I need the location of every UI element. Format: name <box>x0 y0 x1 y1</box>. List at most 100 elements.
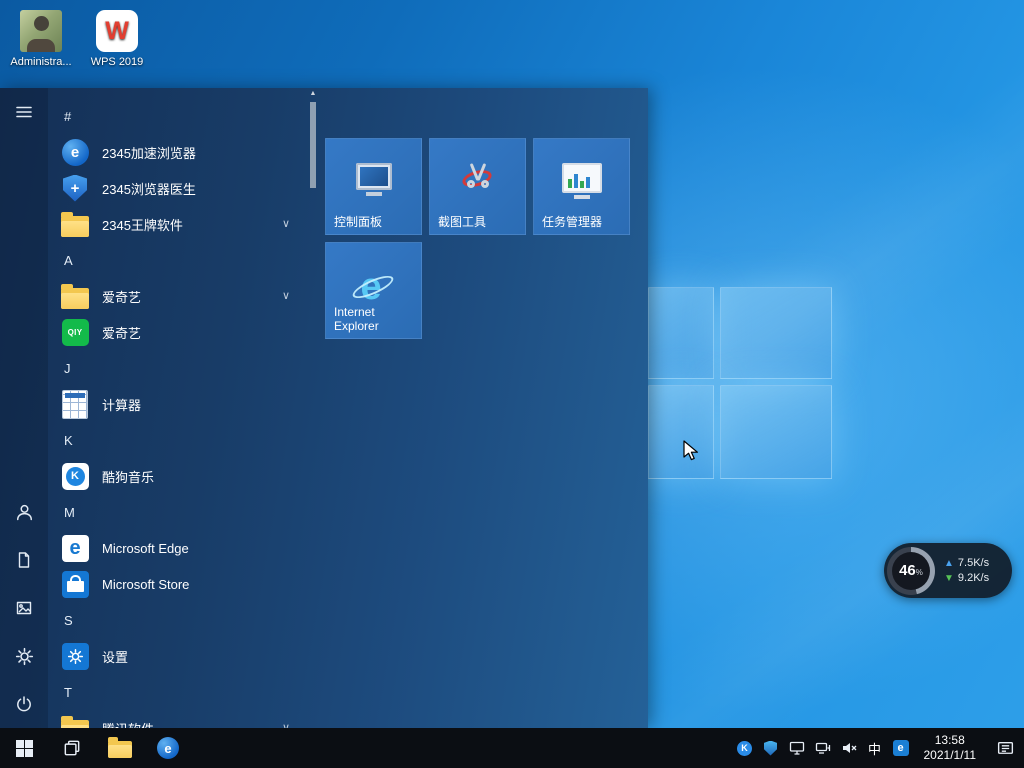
volume-muted-icon[interactable] <box>836 728 862 768</box>
app-list-item[interactable]: 2345王牌软件 ∨ <box>48 206 306 242</box>
file-explorer-button[interactable] <box>96 728 144 768</box>
scrollbar-up-arrow-icon[interactable]: ▲ <box>306 90 320 97</box>
windows-logo-pane <box>720 287 832 379</box>
taskbar-clock[interactable]: 13:58 2021/1/11 <box>914 733 987 763</box>
file-explorer-icon <box>108 741 132 758</box>
calculator-icon <box>60 389 90 419</box>
start-tile[interactable]: 任务管理器 <box>533 138 630 235</box>
app-list-item[interactable]: e 2345加速浏览器 <box>48 134 306 170</box>
tile-label: 控制面板 <box>334 215 415 229</box>
app-list-item[interactable]: 计算器 <box>48 386 306 422</box>
app-item-label: Microsoft Edge <box>102 541 189 556</box>
network-icon[interactable] <box>810 728 836 768</box>
app-section-header[interactable]: M <box>48 494 306 530</box>
store-icon <box>60 569 90 599</box>
task-view-button[interactable] <box>48 728 96 768</box>
edge-icon: e <box>60 533 90 563</box>
browser-2345-icon: e <box>60 137 90 167</box>
app-item-label: 2345王牌软件 <box>102 215 183 234</box>
start-tile[interactable]: 控制面板 <box>325 138 422 235</box>
app-list-item[interactable]: 设置 <box>48 638 306 674</box>
chevron-down-icon[interactable]: ∨ <box>282 291 290 302</box>
desktop-icon-label: Administra... <box>4 56 78 69</box>
usage-percent-unit: % <box>916 568 923 577</box>
app-list-item[interactable]: 腾讯软件∨ <box>48 710 306 728</box>
hamburger-menu-icon[interactable] <box>0 88 48 136</box>
action-center-icon[interactable] <box>986 728 1024 768</box>
windows-start-icon <box>16 740 33 757</box>
kugou-icon: K <box>60 461 90 491</box>
app-item-label: 计算器 <box>102 395 141 414</box>
administrator-avatar-icon <box>20 10 62 52</box>
task-view-icon <box>62 738 82 758</box>
app-item-label: 2345浏览器医生 <box>102 179 196 198</box>
security-shield-icon[interactable] <box>758 728 784 768</box>
wps-icon: W <box>96 10 138 52</box>
settings-icon <box>60 641 90 671</box>
browser-2345-taskbar-button[interactable]: e <box>144 728 192 768</box>
kugou-tray-icon[interactable]: K <box>732 728 758 768</box>
iqiyi-icon: QIY <box>60 317 90 347</box>
documents-icon[interactable] <box>0 536 48 584</box>
usage-percent: 46 <box>899 562 916 579</box>
start-tiles-pane: 控制面板 截图工具 任务管理器 eInternet Explorer <box>320 88 648 728</box>
app-section-header[interactable]: J <box>48 350 306 386</box>
taskbar: e K 中 e 13:58 2021/1/11 <box>0 728 1024 768</box>
download-speed: 9.2K/s <box>958 572 989 584</box>
pictures-icon[interactable] <box>0 584 48 632</box>
settings-gear-icon[interactable] <box>0 632 48 680</box>
app-item-label: 腾讯软件 <box>102 719 154 729</box>
upload-speed: 7.5K/s <box>958 557 989 569</box>
app-list-item[interactable]: Microsoft Store <box>48 566 306 602</box>
tile-label: 截图工具 <box>438 215 519 229</box>
app-item-label: 爱奇艺 <box>102 323 141 342</box>
start-tile[interactable]: eInternet Explorer <box>325 242 422 339</box>
app-list-item[interactable]: K 酷狗音乐 <box>48 458 306 494</box>
folder-icon <box>60 713 90 728</box>
snipping-tool-icon <box>459 163 497 193</box>
browser-2345-icon: e <box>157 737 179 759</box>
usage-gauge: 46% <box>887 547 935 595</box>
folder-icon <box>60 209 90 239</box>
input-method-indicator[interactable]: 中 <box>862 728 888 768</box>
scrollbar-thumb[interactable] <box>310 102 316 188</box>
shield-2345-icon: + <box>60 173 90 203</box>
app-item-label: 2345加速浏览器 <box>102 143 196 162</box>
app-item-label: 酷狗音乐 <box>102 467 154 486</box>
desktop-icon-administrator[interactable]: Administra... <box>4 10 78 69</box>
download-arrow-icon: ▼ <box>944 573 954 584</box>
edge-tray-icon[interactable]: e <box>888 728 914 768</box>
app-list-item[interactable]: 爱奇艺 ∨ <box>48 278 306 314</box>
start-menu: #e2345加速浏览器+2345浏览器医生2345王牌软件∨A爱奇艺∨QIY爱奇… <box>0 88 648 728</box>
display-tray-icon[interactable] <box>784 728 810 768</box>
system-tray: K 中 e 13:58 2021/1/11 <box>732 728 1024 768</box>
tile-grid: 控制面板 截图工具 任务管理器 eInternet Explorer <box>325 138 630 339</box>
app-section-header[interactable]: A <box>48 242 306 278</box>
app-section-header[interactable]: T <box>48 674 306 710</box>
user-account-icon[interactable] <box>0 488 48 536</box>
network-speed-widget[interactable]: 46% ▲ 7.5K/s ▼ 9.2K/s <box>884 543 1012 598</box>
app-list-item[interactable]: QIY 爱奇艺 <box>48 314 306 350</box>
folder-icon <box>60 281 90 311</box>
app-item-label: 设置 <box>102 647 128 666</box>
app-list-item[interactable]: +2345浏览器医生 <box>48 170 306 206</box>
screen: Administra... W WPS 2019 <box>0 0 1024 768</box>
power-icon[interactable] <box>0 680 48 728</box>
start-menu-rail <box>0 88 48 728</box>
task-manager-icon <box>562 163 602 193</box>
app-item-label: 爱奇艺 <box>102 287 141 306</box>
windows-logo-pane <box>648 385 714 479</box>
app-list-item[interactable]: e Microsoft Edge <box>48 530 306 566</box>
internet-explorer-icon: e <box>352 267 396 309</box>
app-section-header[interactable]: # <box>48 98 306 134</box>
app-list-scrollbar: ▲ <box>306 88 320 728</box>
tile-label: 任务管理器 <box>542 215 623 229</box>
chevron-down-icon[interactable]: ∨ <box>282 219 290 230</box>
desktop-icon-wps-2019[interactable]: W WPS 2019 <box>80 10 154 69</box>
app-section-header[interactable]: S <box>48 602 306 638</box>
windows-logo-pane <box>648 287 714 379</box>
app-section-header[interactable]: K <box>48 422 306 458</box>
start-tile[interactable]: 截图工具 <box>429 138 526 235</box>
start-button[interactable] <box>0 728 48 768</box>
upload-arrow-icon: ▲ <box>944 558 954 569</box>
